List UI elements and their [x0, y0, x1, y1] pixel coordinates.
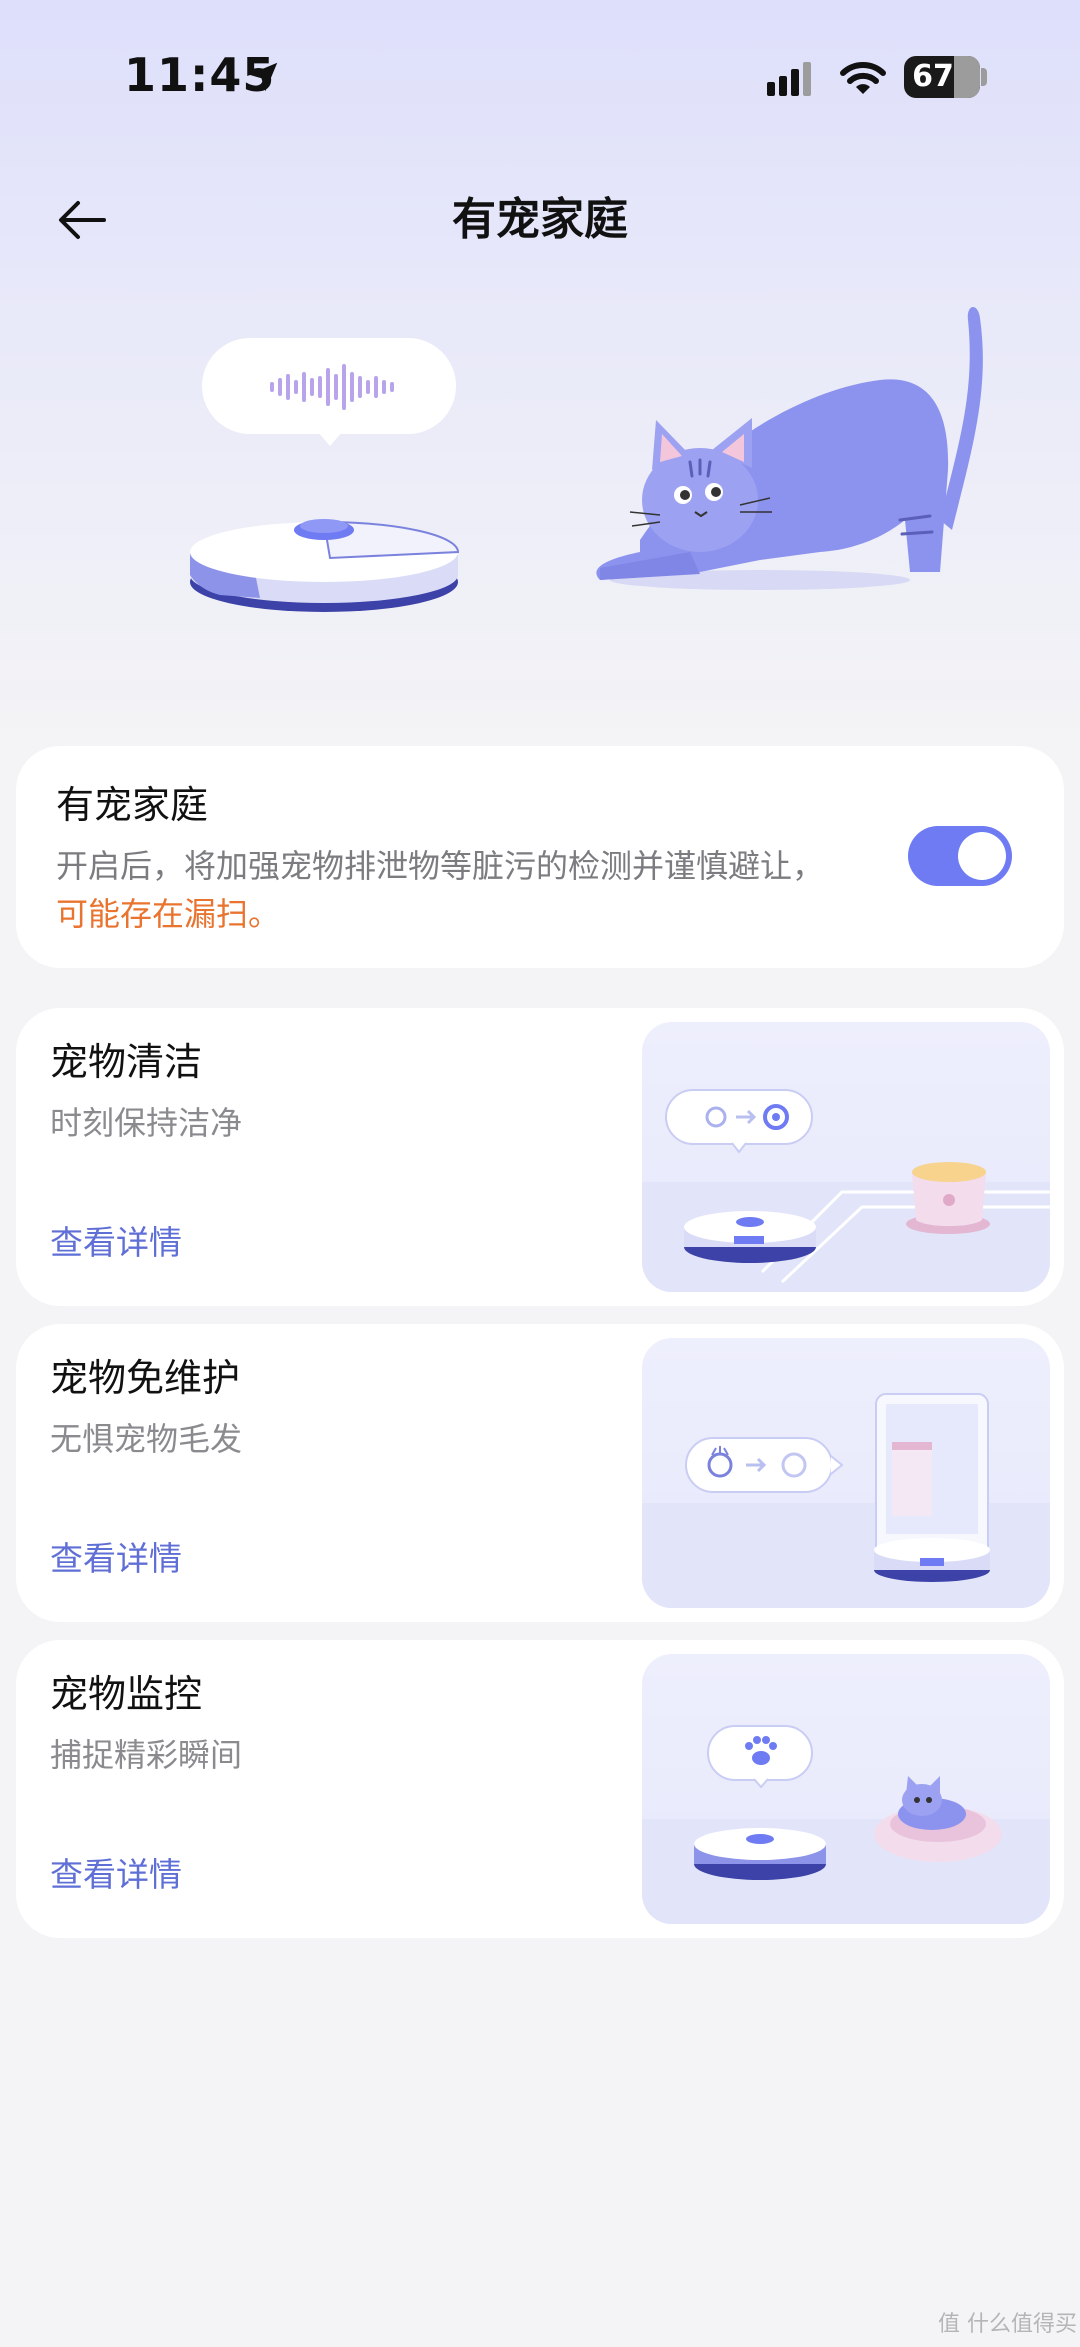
view-details-link[interactable]: 查看详情	[50, 1536, 182, 1582]
feature-title: 宠物清洁	[50, 1040, 203, 1084]
status-bar: 11:45 67	[0, 0, 1080, 160]
small-robot-icon	[684, 1211, 816, 1263]
stretching-cat-icon	[596, 306, 983, 590]
hero-illustration	[190, 306, 983, 612]
pet-home-description: 开启后，将加强宠物排泄物等脏污的检测并谨慎避让， 可能存在漏扫。	[56, 842, 856, 938]
pet-cleaning-card[interactable]: 宠物清洁 时刻保持洁净 查看详情	[16, 1008, 1064, 1306]
feature-title: 宠物监控	[50, 1672, 203, 1716]
voice-bubble-icon	[202, 338, 456, 446]
docking-station-icon	[874, 1393, 990, 1582]
battery-tip	[981, 68, 987, 86]
page-title: 有宠家庭	[452, 194, 628, 245]
feature-subtitle: 时刻保持洁净	[50, 1104, 243, 1142]
feature-subtitle: 捕捉精彩瞬间	[50, 1736, 243, 1774]
view-details-link[interactable]: 查看详情	[50, 1852, 182, 1898]
pet-home-desc-warning: 可能存在漏扫。	[56, 895, 281, 933]
pet-monitoring-card[interactable]: 宠物监控 捕捉精彩瞬间 查看详情	[16, 1640, 1064, 1938]
pet-cleaning-illustration	[642, 1022, 1050, 1292]
swirl-bubble-icon	[665, 1089, 813, 1154]
pet-monitoring-illustration	[642, 1654, 1050, 1924]
view-details-link[interactable]: 查看详情	[50, 1220, 182, 1266]
pet-home-title: 有宠家庭	[56, 783, 209, 827]
small-robot-icon	[694, 1828, 826, 1880]
feature-subtitle: 无惧宠物毛发	[50, 1420, 243, 1458]
location-arrow-icon	[248, 62, 278, 92]
pet-maintenance-illustration	[642, 1338, 1050, 1608]
battery-icon: 67	[904, 56, 980, 98]
pet-home-switch[interactable]	[908, 826, 1012, 886]
wifi-icon	[840, 62, 886, 94]
watermark: 值 什么值得买	[938, 2312, 1077, 2337]
hair-bubble-icon	[685, 1437, 844, 1493]
pet-maintenance-free-card[interactable]: 宠物免维护 无惧宠物毛发 查看详情	[16, 1324, 1064, 1622]
pet-food-bowl-icon	[906, 1162, 990, 1234]
pet-home-desc-main: 开启后，将加强宠物排泄物等脏污的检测并谨慎避让，	[56, 847, 825, 885]
feature-title: 宠物免维护	[50, 1356, 241, 1400]
paw-bubble-icon	[707, 1725, 813, 1789]
cat-in-bed-icon	[874, 1776, 1002, 1862]
switch-knob	[958, 832, 1006, 880]
battery-percent: 67	[912, 59, 954, 94]
robot-vacuum-icon	[190, 519, 460, 612]
cellular-signal-icon	[767, 62, 811, 96]
pet-home-toggle-card: 有宠家庭 开启后，将加强宠物排泄物等脏污的检测并谨慎避让， 可能存在漏扫。	[16, 746, 1064, 968]
